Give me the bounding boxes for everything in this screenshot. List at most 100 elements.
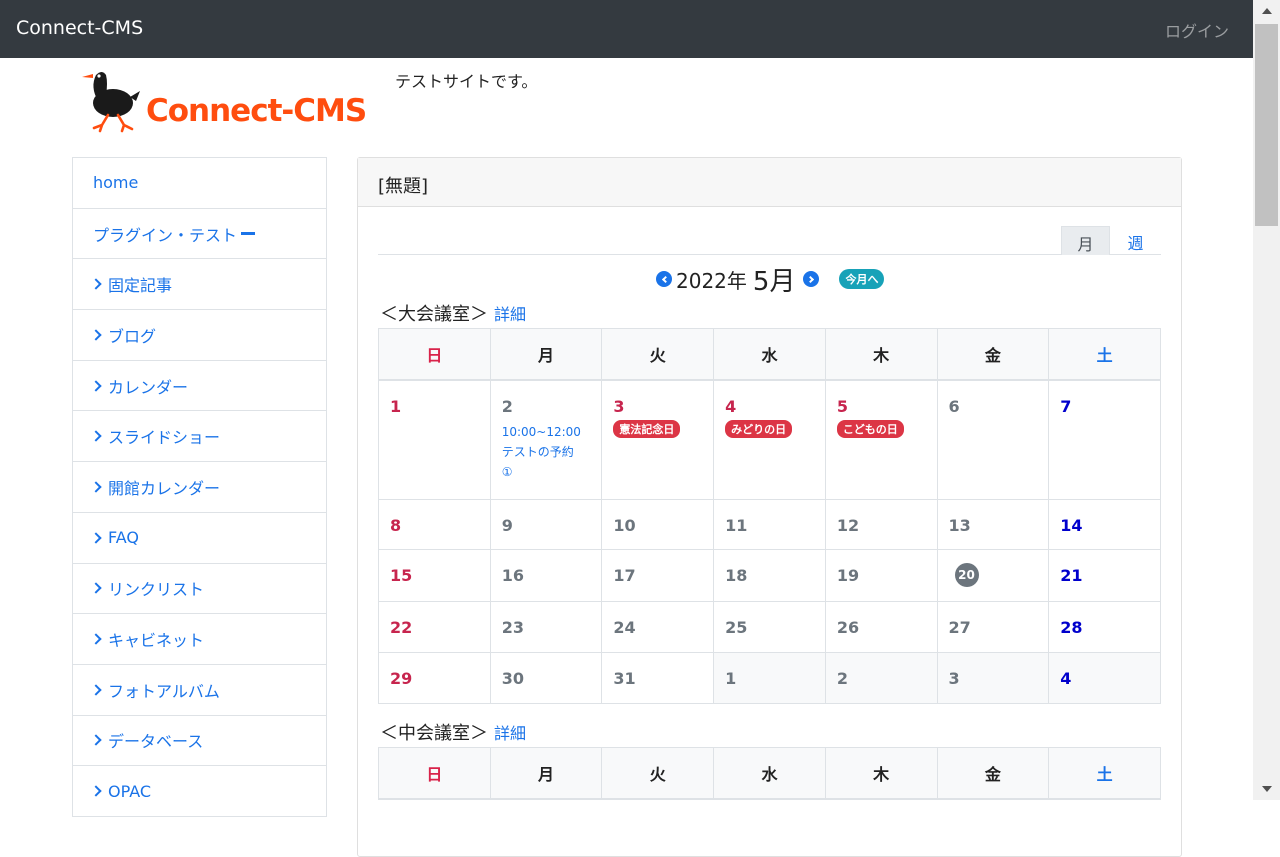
chevron-right-icon xyxy=(90,684,102,696)
sidebar-item-home[interactable]: home xyxy=(73,158,326,209)
sidebar-item-photoalbum[interactable]: フォトアルバム xyxy=(73,665,326,716)
day-number: 11 xyxy=(725,516,748,535)
card-title: [無題] xyxy=(358,158,1181,207)
day-cell[interactable]: 13 xyxy=(936,499,1050,550)
day-cell[interactable]: 31 xyxy=(601,652,715,704)
sidebar-item-plugin-test[interactable]: プラグイン・テスト xyxy=(73,209,326,260)
day-cell[interactable]: 18 xyxy=(713,549,826,602)
day-cell[interactable]: 15 xyxy=(378,549,491,602)
day-cell[interactable]: 27 xyxy=(936,601,1050,653)
day-number: 12 xyxy=(836,516,860,535)
day-cell-other-month[interactable]: 1 xyxy=(713,652,826,704)
chevron-right-icon xyxy=(90,430,102,442)
sidebar-item-fixed-article[interactable]: 固定記事 xyxy=(73,259,326,311)
day-number: 29 xyxy=(390,669,413,688)
day-cell[interactable]: 24 xyxy=(601,601,715,653)
day-cell[interactable]: 28 xyxy=(1048,601,1161,653)
weekday-fri: 金 xyxy=(936,328,1050,380)
day-cell[interactable]: 17 xyxy=(601,549,715,602)
day-cell[interactable]: 19 xyxy=(824,549,938,602)
day-cell[interactable]: 7 xyxy=(1048,379,1161,500)
day-cell-other-month[interactable]: 2 xyxy=(824,652,938,704)
navbar-brand[interactable]: Connect-CMS xyxy=(16,17,143,39)
day-cell[interactable]: 26 xyxy=(824,601,938,653)
this-month-button[interactable]: 今月へ xyxy=(839,269,885,289)
day-cell[interactable]: 6 xyxy=(936,379,1050,500)
sidebar-item-opac[interactable]: OPAC xyxy=(73,766,326,817)
room-name: ＜中会議室＞ xyxy=(380,723,488,744)
day-cell[interactable]: 23 xyxy=(489,601,603,653)
day-cell[interactable]: 14 xyxy=(1048,499,1161,550)
day-cell[interactable]: 29 xyxy=(378,652,491,704)
page-scrollbar[interactable] xyxy=(1253,0,1280,800)
day-cell[interactable]: 9 xyxy=(489,499,603,550)
day-cell[interactable]: 25 xyxy=(713,601,826,653)
day-cell[interactable]: 4 みどりの日 xyxy=(713,379,826,500)
reservation-event[interactable]: 10:00~12:00 テストの予約 ① xyxy=(502,422,591,482)
day-number: 4 xyxy=(725,396,737,416)
room-detail-link[interactable]: 詳細 xyxy=(494,305,526,324)
day-cell[interactable]: 5 こどもの日 xyxy=(824,379,938,500)
sidebar-item-faq[interactable]: FAQ xyxy=(73,513,326,564)
day-cell[interactable]: 22 xyxy=(378,601,491,653)
next-month-icon[interactable] xyxy=(803,271,820,287)
sidebar-item-linklist[interactable]: リンクリスト xyxy=(73,564,326,615)
chevron-right-icon xyxy=(90,481,102,493)
day-cell-today[interactable]: 20 xyxy=(936,549,1050,602)
day-number: 10 xyxy=(613,516,636,535)
weekday-wed: 水 xyxy=(713,747,826,799)
day-cell[interactable]: 12 xyxy=(824,499,938,550)
day-number: 13 xyxy=(948,516,971,535)
day-cell[interactable]: 3 憲法記念日 xyxy=(601,379,715,500)
sidebar-item-label: 固定記事 xyxy=(108,276,173,296)
site-logo[interactable]: Connect-CMS xyxy=(80,65,380,135)
scroll-up-arrow-icon[interactable] xyxy=(1253,0,1280,22)
day-number: 9 xyxy=(501,516,513,535)
scrollbar-thumb[interactable] xyxy=(1255,24,1278,226)
scroll-down-arrow-icon[interactable] xyxy=(1253,778,1280,800)
day-number: 26 xyxy=(836,618,860,637)
day-cell[interactable]: 8 xyxy=(378,499,491,550)
sidebar-item-label: home xyxy=(93,173,139,193)
day-number: 7 xyxy=(1060,396,1072,416)
calendar-week-row: 29 30 31 1 2 3 4 xyxy=(378,652,1161,704)
chevron-right-icon xyxy=(90,531,102,544)
sidebar-item-opening-calendar[interactable]: 開館カレンダー xyxy=(73,462,326,513)
weekday-sat: 土 xyxy=(1048,747,1161,799)
day-cell[interactable]: 1 xyxy=(378,379,491,500)
room-detail-link[interactable]: 詳細 xyxy=(494,724,526,743)
day-cell[interactable]: 10 xyxy=(601,499,715,550)
sidebar-item-calendar[interactable]: カレンダー xyxy=(73,361,326,412)
calendar-table-large-room: 日 月 火 水 木 金 土 1 2 10:00~12:00 テストの予約 ① 3… xyxy=(378,328,1161,704)
weekday-mon: 月 xyxy=(489,747,603,799)
bird-logo-icon xyxy=(82,72,140,133)
day-cell[interactable]: 21 xyxy=(1048,549,1161,602)
day-cell[interactable]: 30 xyxy=(489,652,603,704)
day-number: 4 xyxy=(1060,669,1072,688)
sidebar-item-label: リンクリスト xyxy=(108,580,205,600)
sidebar-item-database[interactable]: データベース xyxy=(73,716,326,767)
weekday-mon: 月 xyxy=(489,328,603,380)
day-cell-other-month[interactable]: 4 xyxy=(1048,652,1161,704)
prev-month-icon[interactable] xyxy=(656,271,672,287)
sidebar-menu: home プラグイン・テスト 固定記事 ブログ カレンダー スライドショー 開館… xyxy=(72,157,327,817)
chevron-right-icon xyxy=(90,329,102,341)
sidebar-item-blog[interactable]: ブログ xyxy=(73,310,326,361)
day-cell-other-month[interactable]: 3 xyxy=(936,652,1050,704)
sidebar-item-cabinet[interactable]: キャビネット xyxy=(73,614,326,665)
day-number: 2 xyxy=(501,396,513,416)
event-time: 10:00~12:00 xyxy=(501,424,581,439)
day-cell[interactable]: 16 xyxy=(489,549,603,602)
day-cell[interactable]: 11 xyxy=(713,499,826,550)
tab-month[interactable]: 月 xyxy=(1061,226,1110,255)
day-number: 28 xyxy=(1060,618,1083,637)
room-title-medium: ＜中会議室＞ 詳細 xyxy=(380,719,526,745)
day-number: 24 xyxy=(613,618,636,637)
login-link[interactable]: ログイン xyxy=(1165,18,1229,42)
event-title: テストの予約 xyxy=(501,444,574,459)
holiday-badge: みどりの日 xyxy=(725,419,793,438)
day-cell[interactable]: 2 10:00~12:00 テストの予約 ① xyxy=(489,379,603,500)
sidebar-item-slideshow[interactable]: スライドショー xyxy=(73,411,326,463)
weekday-header-row: 日 月 火 水 木 金 土 xyxy=(378,328,1161,380)
tab-week[interactable]: 週 xyxy=(1111,226,1160,255)
